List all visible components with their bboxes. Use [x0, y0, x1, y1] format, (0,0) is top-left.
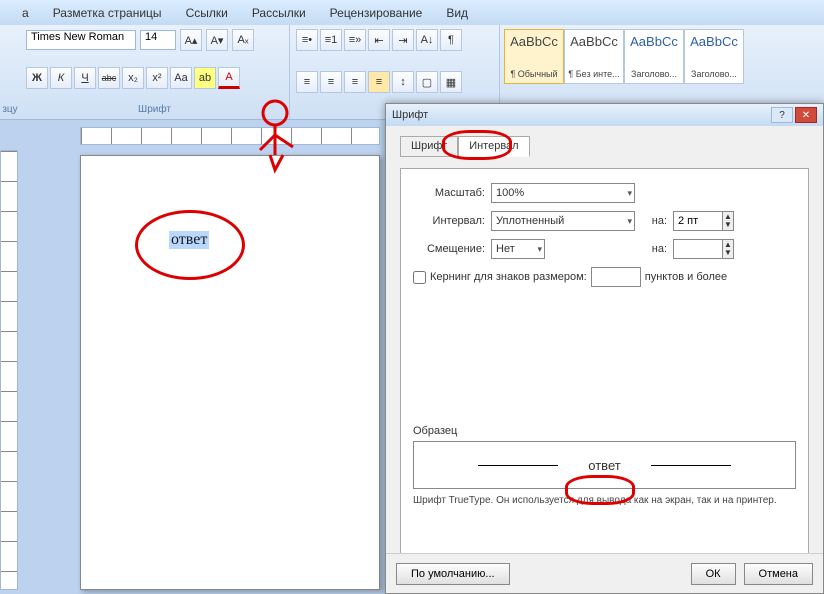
clipboard-group: зцу [0, 25, 20, 119]
show-marks-icon[interactable]: ¶ [440, 29, 462, 51]
justify-icon[interactable]: ≡ [368, 71, 390, 93]
font-color-icon[interactable]: A [218, 67, 240, 89]
cancel-button[interactable]: Отмена [744, 563, 813, 585]
tab-mailings[interactable]: Рассылки [252, 6, 306, 20]
default-button[interactable]: По умолчанию... [396, 563, 510, 585]
style-tile-normal[interactable]: AaBbCc ¶ Обычный [504, 29, 564, 84]
tab-page-layout[interactable]: Разметка страницы [53, 6, 162, 20]
bold-button[interactable]: Ж [26, 67, 48, 89]
style-name: ¶ Обычный [510, 69, 557, 79]
italic-button[interactable]: К [50, 67, 72, 89]
style-name: Заголово... [691, 69, 737, 79]
font-dialog: Шрифт ? ✕ Шрифт Интервал Масштаб: 100% И… [385, 103, 824, 594]
dialog-buttons: По умолчанию... ОК Отмена [386, 553, 823, 593]
spinner-icon[interactable]: ▲▼ [722, 211, 734, 231]
align-center-icon[interactable]: ≡ [320, 71, 342, 93]
document-page[interactable]: ответ [80, 155, 380, 590]
help-icon[interactable]: ? [771, 107, 793, 123]
kerning-label: Кернинг для знаков размером: [430, 271, 587, 283]
preview-text: ответ [588, 458, 620, 473]
tab-view[interactable]: Вид [446, 6, 468, 20]
tab-font[interactable]: Шрифт [400, 136, 458, 157]
style-preview: AaBbCc [690, 34, 738, 49]
font-group-label: Шрифт [26, 104, 283, 115]
horizontal-ruler[interactable] [80, 127, 380, 145]
vertical-ruler[interactable] [0, 150, 18, 590]
shrink-font-icon[interactable]: A▾ [206, 29, 228, 51]
sort-icon[interactable]: A↓ [416, 29, 438, 51]
kerning-checkbox[interactable] [413, 271, 426, 284]
close-icon[interactable]: ✕ [795, 107, 817, 123]
grow-font-icon[interactable]: A▴ [180, 29, 202, 51]
numbering-icon[interactable]: ≡1 [320, 29, 342, 51]
highlight-icon[interactable]: ab [194, 67, 216, 89]
preview-label: Образец [413, 425, 796, 437]
tab-pane-spacing: Масштаб: 100% Интервал: Уплотненный на: … [400, 168, 809, 563]
position-dropdown[interactable]: Нет [491, 239, 545, 259]
dialog-titlebar[interactable]: Шрифт ? ✕ [386, 104, 823, 126]
style-preview: AaBbCc [510, 34, 558, 49]
tab-review[interactable]: Рецензирование [330, 6, 423, 20]
shading-icon[interactable]: ▢ [416, 71, 438, 93]
selected-text[interactable]: ответ [169, 231, 209, 249]
style-tile-heading2[interactable]: AaBbCc Заголово... [684, 29, 744, 84]
preview-frame: ответ [413, 441, 796, 489]
tab-home[interactable]: а [22, 6, 29, 20]
clipboard-label: зцу [2, 104, 17, 115]
spacing-label: Интервал: [413, 215, 485, 227]
tab-spacing[interactable]: Интервал [458, 136, 529, 157]
style-preview: AaBbCc [570, 34, 618, 49]
clear-format-icon[interactable]: Aₓ [232, 29, 254, 51]
bullets-icon[interactable]: ≡• [296, 29, 318, 51]
dialog-tabs: Шрифт Интервал [400, 136, 809, 157]
strike-button[interactable]: abc [98, 67, 120, 89]
scale-dropdown[interactable]: 100% [491, 183, 635, 203]
position-by-label: на: [641, 243, 667, 255]
style-tile-no-spacing[interactable]: AaBbCc ¶ Без инте... [564, 29, 624, 84]
borders-icon[interactable]: ▦ [440, 71, 462, 93]
line-spacing-icon[interactable]: ↕ [392, 71, 414, 93]
style-name: ¶ Без инте... [568, 69, 619, 79]
style-preview: AaBbCc [630, 34, 678, 49]
underline-button[interactable]: Ч [74, 67, 96, 89]
position-by-field[interactable] [673, 239, 723, 259]
font-name-combo[interactable]: Times New Roman [26, 30, 136, 50]
indent-inc-icon[interactable]: ⇥ [392, 29, 414, 51]
style-tile-heading1[interactable]: AaBbCc Заголово... [624, 29, 684, 84]
change-case-icon[interactable]: Aa [170, 67, 192, 89]
align-left-icon[interactable]: ≡ [296, 71, 318, 93]
superscript-icon[interactable]: x² [146, 67, 168, 89]
spacing-by-label: на: [641, 215, 667, 227]
scale-label: Масштаб: [413, 187, 485, 199]
font-group: Times New Roman 14 A▴ A▾ Aₓ Ж К Ч abc x₂… [20, 25, 290, 119]
multilevel-icon[interactable]: ≡» [344, 29, 366, 51]
align-right-icon[interactable]: ≡ [344, 71, 366, 93]
style-name: Заголово... [631, 69, 677, 79]
spinner-icon[interactable]: ▲▼ [722, 239, 734, 259]
subscript-icon[interactable]: x₂ [122, 67, 144, 89]
spacing-dropdown[interactable]: Уплотненный [491, 211, 635, 231]
dialog-title-text: Шрифт [392, 109, 428, 121]
spacing-by-field[interactable] [673, 211, 723, 231]
kerning-size-field [591, 267, 641, 287]
document-area: ответ [0, 120, 385, 594]
position-label: Смещение: [413, 243, 485, 255]
ok-button[interactable]: ОК [691, 563, 736, 585]
indent-dec-icon[interactable]: ⇤ [368, 29, 390, 51]
kerning-units: пунктов и более [645, 271, 727, 283]
tab-references[interactable]: Ссылки [186, 6, 228, 20]
font-size-combo[interactable]: 14 [140, 30, 176, 50]
ribbon-tabs: а Разметка страницы Ссылки Рассылки Реце… [0, 0, 824, 25]
preview-description: Шрифт TrueType. Он используется для выво… [413, 495, 796, 506]
